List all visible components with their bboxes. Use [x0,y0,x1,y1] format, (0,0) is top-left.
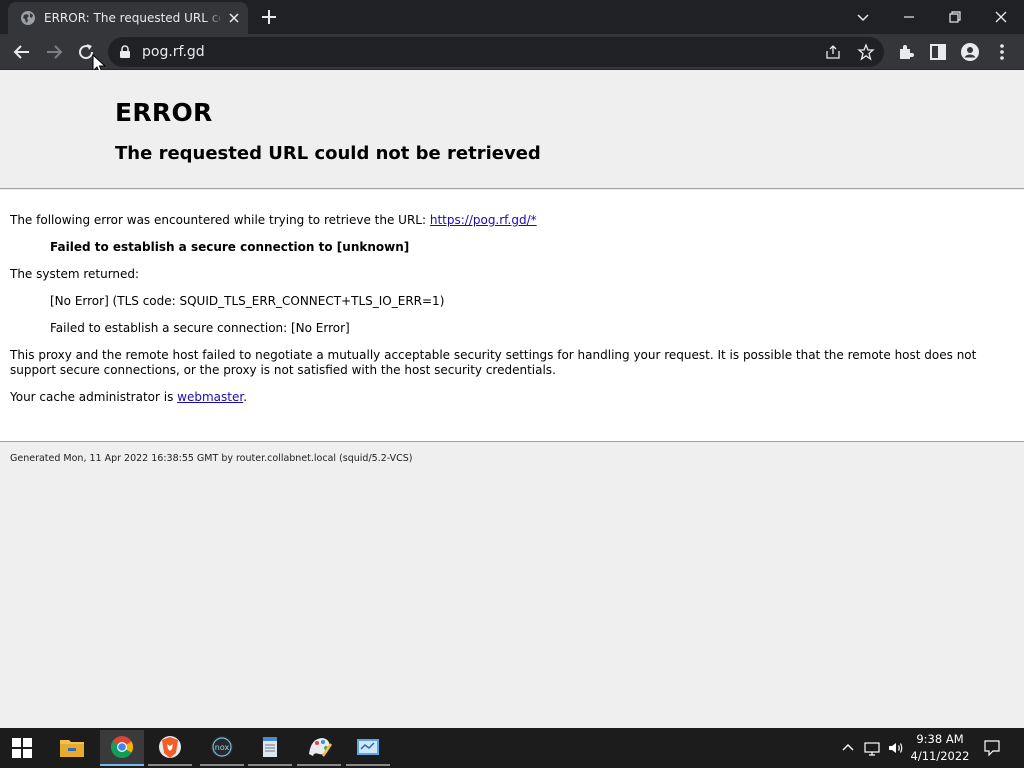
network-icon[interactable] [862,738,882,758]
clock-date: 4/11/2022 [910,749,970,763]
taskbar-notepad[interactable] [248,730,292,766]
minimize-icon[interactable] [898,6,920,28]
browser-titlebar: ERROR: The requested URL could not be re… [0,0,1024,34]
admin-text: Your cache administrator is [10,390,178,404]
menu-kebab-icon[interactable] [991,41,1013,63]
lock-icon[interactable] [118,45,132,59]
system-returned-label: The system returned: [10,267,140,281]
error-summary: Failed to establish a secure connection … [50,240,410,254]
control-panel-icon [357,739,379,755]
tab-title: ERROR: The requested URL could not be re… [44,11,220,25]
share-icon[interactable] [824,43,842,61]
webmaster-link[interactable]: webmaster [177,390,243,404]
system-clock[interactable]: 9:38 AM 4/11/2022 [904,731,976,765]
brave-icon [159,736,181,758]
taskbar-nox[interactable]: nox [200,730,244,766]
file-explorer-icon [60,740,84,757]
chrome-icon [111,736,133,758]
globe-icon [21,11,35,25]
admin-paragraph: Your cache administrator is webmaster. [10,390,247,405]
error-header: ERROR The requested URL could not be ret… [0,70,1024,189]
profile-icon[interactable] [959,41,981,63]
close-tab-icon[interactable] [226,10,242,26]
volume-icon[interactable] [886,738,906,758]
tab-title-fade [204,8,224,28]
forward-icon[interactable] [43,41,65,63]
taskbar-brave[interactable] [148,730,192,766]
taskbar-file-explorer[interactable] [50,730,94,766]
paint-icon [309,738,333,757]
restore-icon[interactable] [944,6,966,28]
error-body: The following error was encountered whil… [0,190,1024,442]
close-window-icon[interactable] [990,6,1012,28]
intro-text: The following error was encountered whil… [10,213,430,227]
page-subtitle: The requested URL could not be retrieved [115,143,541,164]
page-content: ERROR The requested URL could not be ret… [0,70,1024,728]
url-text[interactable]: pog.rf.gd [142,44,205,60]
taskbar-chrome[interactable] [100,730,144,766]
start-icon[interactable] [0,730,44,766]
chevron-up-icon[interactable] [838,738,858,758]
new-tab-icon[interactable] [260,8,278,26]
browser-tab[interactable]: ERROR: The requested URL could not be re… [8,2,248,34]
taskbar-control-panel[interactable] [346,730,390,766]
tab-search-icon[interactable] [852,6,874,28]
page-footer: Generated Mon, 11 Apr 2022 16:38:55 GMT … [10,453,413,464]
clock-time: 9:38 AM [916,732,964,746]
address-bar[interactable]: pog.rf.gd [108,37,884,67]
page-title: ERROR [115,98,213,127]
bookmark-star-icon[interactable] [857,43,875,61]
intro-paragraph: The following error was encountered whil… [10,213,537,228]
admin-suffix: . [243,390,248,404]
browser-toolbar: pog.rf.gd [0,34,1024,70]
svg-text:nox: nox [215,743,230,752]
notepad-icon [263,737,277,757]
taskbar-paint[interactable] [297,730,341,766]
requested-url-link[interactable]: https://pog.rf.gd/* [430,213,537,227]
explanation-paragraph: This proxy and the remote host failed to… [10,348,977,377]
nox-icon: nox [211,736,233,758]
extensions-icon[interactable] [895,41,917,63]
system-error-message: Failed to establish a secure connection:… [50,321,350,335]
back-icon[interactable] [11,41,33,63]
windows-taskbar: nox 9:38 AM 4/11/2022 [0,728,1024,768]
system-error-code: [No Error] (TLS code: SQUID_TLS_ERR_CONN… [50,294,445,308]
side-panel-icon[interactable] [927,41,949,63]
notifications-icon[interactable] [982,738,1002,758]
